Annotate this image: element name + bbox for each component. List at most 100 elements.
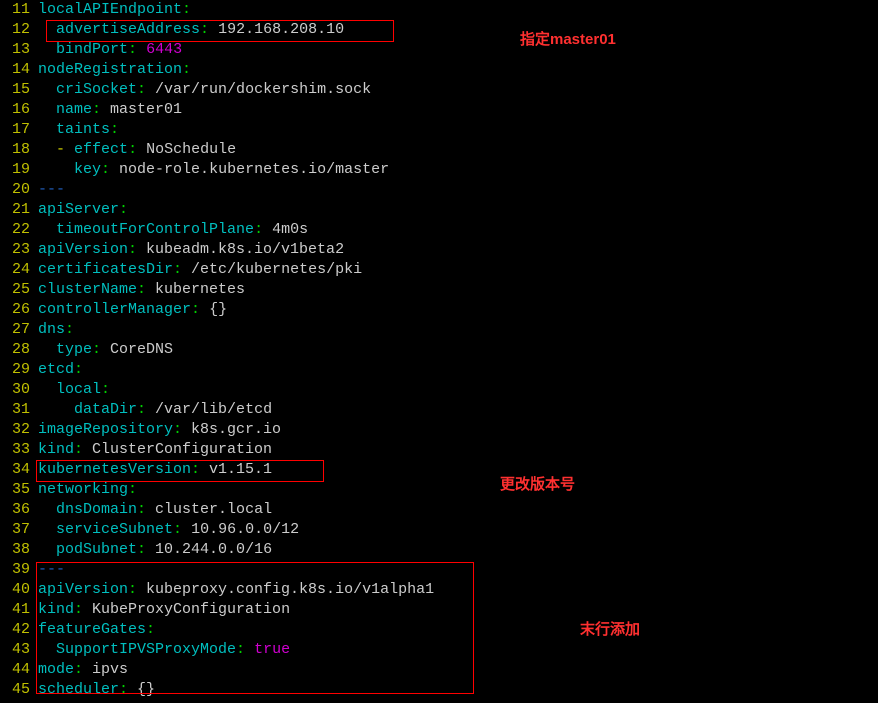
code-line[interactable]: 13 bindPort: 6443 [0,40,878,60]
code-content: bindPort: 6443 [38,40,182,60]
code-content: scheduler: {} [38,680,155,700]
code-line[interactable]: 28 type: CoreDNS [0,340,878,360]
annotation-append: 末行添加 [580,620,640,640]
code-line[interactable]: 27dns: [0,320,878,340]
code-line[interactable]: 41kind: KubeProxyConfiguration [0,600,878,620]
code-content: kind: KubeProxyConfiguration [38,600,290,620]
line-number: 28 [0,340,38,360]
line-number: 12 [0,20,38,40]
code-line[interactable]: 14nodeRegistration: [0,60,878,80]
line-number: 22 [0,220,38,240]
code-line[interactable]: 11localAPIEndpoint: [0,0,878,20]
code-content: dataDir: /var/lib/etcd [38,400,272,420]
code-content: etcd: [38,360,83,380]
code-content: type: CoreDNS [38,340,173,360]
code-content: mode: ipvs [38,660,128,680]
line-number: 39 [0,560,38,580]
code-line[interactable]: 21apiServer: [0,200,878,220]
line-number: 11 [0,0,38,20]
line-number: 43 [0,640,38,660]
code-line[interactable]: 18 - effect: NoSchedule [0,140,878,160]
code-content: kind: ClusterConfiguration [38,440,272,460]
code-content: localAPIEndpoint: [38,0,191,20]
line-number: 29 [0,360,38,380]
line-number: 15 [0,80,38,100]
code-line[interactable]: 12 advertiseAddress: 192.168.208.10 [0,20,878,40]
code-content: podSubnet: 10.244.0.0/16 [38,540,272,560]
code-line[interactable]: 42featureGates: [0,620,878,640]
line-number: 23 [0,240,38,260]
code-content: apiVersion: kubeproxy.config.k8s.io/v1al… [38,580,434,600]
code-content: apiServer: [38,200,128,220]
code-content: taints: [38,120,119,140]
code-content: advertiseAddress: 192.168.208.10 [38,20,344,40]
code-line[interactable]: 45scheduler: {} [0,680,878,700]
line-number: 40 [0,580,38,600]
code-line[interactable]: 19 key: node-role.kubernetes.io/master [0,160,878,180]
line-number: 41 [0,600,38,620]
code-line[interactable]: 16 name: master01 [0,100,878,120]
code-line[interactable]: 26controllerManager: {} [0,300,878,320]
code-line[interactable]: 23apiVersion: kubeadm.k8s.io/v1beta2 [0,240,878,260]
line-number: 30 [0,380,38,400]
code-line[interactable]: 30 local: [0,380,878,400]
code-content: networking: [38,480,137,500]
line-number: 36 [0,500,38,520]
code-line[interactable]: 43 SupportIPVSProxyMode: true [0,640,878,660]
code-line[interactable]: 38 podSubnet: 10.244.0.0/16 [0,540,878,560]
code-content: kubernetesVersion: v1.15.1 [38,460,272,480]
code-line[interactable]: 37 serviceSubnet: 10.96.0.0/12 [0,520,878,540]
code-line[interactable]: 24certificatesDir: /etc/kubernetes/pki [0,260,878,280]
code-content: nodeRegistration: [38,60,191,80]
code-content: timeoutForControlPlane: 4m0s [38,220,308,240]
line-number: 32 [0,420,38,440]
code-line[interactable]: 35networking: [0,480,878,500]
code-content: certificatesDir: /etc/kubernetes/pki [38,260,362,280]
code-editor[interactable]: 11localAPIEndpoint:12 advertiseAddress: … [0,0,878,700]
line-number: 14 [0,60,38,80]
code-content: SupportIPVSProxyMode: true [38,640,290,660]
code-line[interactable]: 25clusterName: kubernetes [0,280,878,300]
code-content: dnsDomain: cluster.local [38,500,272,520]
line-number: 25 [0,280,38,300]
code-line[interactable]: 15 criSocket: /var/run/dockershim.sock [0,80,878,100]
code-content: controllerManager: {} [38,300,227,320]
line-number: 17 [0,120,38,140]
code-line[interactable]: 36 dnsDomain: cluster.local [0,500,878,520]
line-number: 16 [0,100,38,120]
code-line[interactable]: 44mode: ipvs [0,660,878,680]
code-line[interactable]: 29etcd: [0,360,878,380]
line-number: 31 [0,400,38,420]
line-number: 34 [0,460,38,480]
code-line[interactable]: 22 timeoutForControlPlane: 4m0s [0,220,878,240]
code-line[interactable]: 20--- [0,180,878,200]
code-content: criSocket: /var/run/dockershim.sock [38,80,371,100]
code-line[interactable]: 40apiVersion: kubeproxy.config.k8s.io/v1… [0,580,878,600]
code-content: clusterName: kubernetes [38,280,245,300]
code-line[interactable]: 32imageRepository: k8s.gcr.io [0,420,878,440]
line-number: 35 [0,480,38,500]
annotation-master01: 指定master01 [520,30,616,50]
line-number: 20 [0,180,38,200]
code-content: name: master01 [38,100,182,120]
code-line[interactable]: 31 dataDir: /var/lib/etcd [0,400,878,420]
code-content: --- [38,180,65,200]
code-line[interactable]: 33kind: ClusterConfiguration [0,440,878,460]
code-content: - effect: NoSchedule [38,140,236,160]
line-number: 19 [0,160,38,180]
line-number: 26 [0,300,38,320]
line-number: 18 [0,140,38,160]
line-number: 38 [0,540,38,560]
code-content: imageRepository: k8s.gcr.io [38,420,281,440]
code-content: local: [38,380,110,400]
annotation-version: 更改版本号 [500,475,575,495]
code-line[interactable]: 17 taints: [0,120,878,140]
line-number: 44 [0,660,38,680]
line-number: 33 [0,440,38,460]
line-number: 21 [0,200,38,220]
code-content: apiVersion: kubeadm.k8s.io/v1beta2 [38,240,344,260]
code-line[interactable]: 34kubernetesVersion: v1.15.1 [0,460,878,480]
code-content: key: node-role.kubernetes.io/master [38,160,389,180]
code-content: --- [38,560,65,580]
code-line[interactable]: 39--- [0,560,878,580]
